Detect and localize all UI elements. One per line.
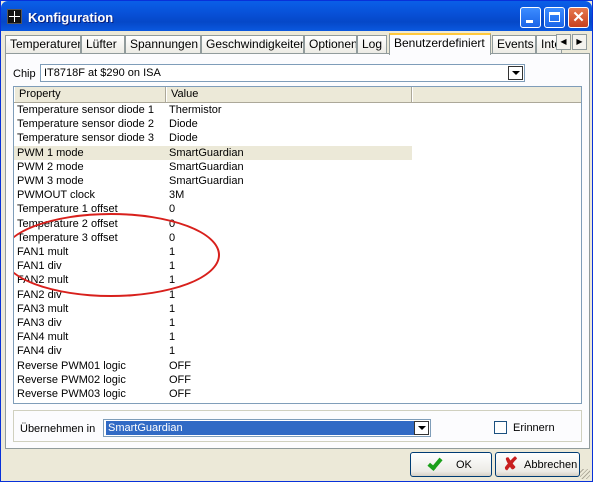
value-cell[interactable]: 1: [169, 344, 175, 358]
table-row[interactable]: FAN4 mult 1: [14, 330, 581, 344]
chevron-down-icon[interactable]: [414, 421, 429, 435]
table-row[interactable]: Reverse PWM01 logic OFF: [14, 359, 581, 373]
title-bar[interactable]: Konfiguration ✕: [1, 1, 592, 31]
maximize-button[interactable]: [544, 7, 565, 28]
minimize-button[interactable]: [520, 7, 541, 28]
value-cell[interactable]: Diode: [169, 131, 198, 145]
value-cell[interactable]: SmartGuardian: [169, 160, 244, 174]
table-row[interactable]: PWM 3 mode SmartGuardian: [14, 174, 581, 188]
property-cell: FAN3 div: [17, 317, 62, 329]
property-cell: PWMOUT clock: [17, 189, 96, 202]
table-row[interactable]: Temperature sensor diode 1 Thermistor: [14, 103, 581, 117]
property-cell: Reverse PWM01 logic: [17, 359, 126, 372]
tab-scroll-right-button[interactable]: ▶: [572, 34, 587, 50]
ok-label: OK: [456, 459, 472, 471]
tab-events[interactable]: Events: [492, 35, 536, 53]
table-row[interactable]: PWM 2 mode SmartGuardian: [14, 160, 581, 174]
table-row[interactable]: Reverse PWM03 logic OFF: [14, 387, 581, 401]
column-header-value[interactable]: Value: [166, 87, 412, 102]
tab-luefter[interactable]: Lüfter: [81, 35, 125, 53]
checkmark-icon: [427, 455, 443, 471]
minimize-icon: [526, 20, 533, 23]
chip-label: Chip: [13, 68, 36, 80]
tab-optionen[interactable]: Optionen: [304, 35, 357, 53]
value-cell[interactable]: 1: [169, 302, 175, 316]
chevron-down-icon[interactable]: [508, 66, 523, 80]
value-cell[interactable]: 0: [169, 202, 175, 216]
property-cell: PWM 3 mode: [17, 175, 84, 187]
property-cell: PWM 1 mode: [17, 146, 84, 159]
tab-geschwindigkeiten[interactable]: Geschwindigkeiten: [201, 35, 304, 53]
remember-label[interactable]: Erinnern: [513, 422, 555, 434]
apply-group: Übernehmen in SmartGuardian Erinnern: [13, 410, 582, 442]
column-header-property[interactable]: Property: [14, 87, 166, 102]
tab-log[interactable]: Log: [357, 35, 387, 53]
value-cell[interactable]: OFF: [169, 387, 191, 401]
tab-benutzerdefiniert[interactable]: Benutzerdefiniert: [389, 33, 491, 55]
property-grid[interactable]: Property Value Temperature sensor diode …: [13, 86, 582, 404]
value-cell[interactable]: OFF: [169, 359, 191, 373]
grid-header: Property Value: [14, 87, 581, 103]
property-cell: FAN3 mult: [17, 302, 69, 315]
tab-panel: Chip IT8718F at $290 on ISA Property Val…: [5, 53, 590, 449]
arrow-left-icon: ◀: [560, 37, 567, 46]
tab-scroll-left-button[interactable]: ◀: [556, 34, 571, 50]
tab-spannungen[interactable]: Spannungen: [125, 35, 201, 53]
property-cell: Temperature sensor diode 2: [17, 118, 154, 131]
arrow-right-icon: ▶: [576, 37, 583, 46]
close-button[interactable]: ✕: [568, 7, 589, 28]
apply-label: Übernehmen in: [20, 423, 96, 435]
table-row[interactable]: FAN4 div 1: [14, 344, 581, 358]
table-row[interactable]: Reverse PWM02 logic OFF: [14, 373, 581, 387]
chip-select[interactable]: IT8718F at $290 on ISA: [40, 64, 525, 82]
table-row[interactable]: Temperature sensor diode 2 Diode: [14, 117, 581, 131]
remember-checkbox[interactable]: [494, 421, 507, 434]
property-cell: FAN4 mult: [17, 331, 69, 344]
table-row[interactable]: PWMOUT clock 3M: [14, 188, 581, 202]
tab-strip: Temperaturen Lüfter Spannungen Geschwind…: [5, 33, 590, 55]
apply-value: SmartGuardian: [106, 421, 416, 435]
value-cell[interactable]: 1: [169, 316, 175, 330]
chip-value: IT8718F at $290 on ISA: [44, 67, 161, 79]
property-cell: Temperature sensor diode 1: [17, 104, 154, 116]
table-row[interactable]: FAN3 div 1: [14, 316, 581, 330]
value-cell[interactable]: OFF: [169, 373, 191, 387]
table-row[interactable]: FAN3 mult 1: [14, 302, 581, 316]
property-cell: FAN4 div: [17, 345, 62, 358]
cancel-button[interactable]: ✘ Abbrechen: [495, 452, 580, 477]
value-cell[interactable]: SmartGuardian: [169, 146, 244, 160]
property-cell: Reverse PWM02 logic: [17, 373, 126, 386]
value-cell[interactable]: 1: [169, 330, 175, 344]
cancel-label: Abbrechen: [524, 459, 578, 471]
property-cell: Reverse PWM03 logic: [17, 388, 126, 400]
value-cell[interactable]: 3M: [169, 188, 184, 202]
x-icon: ✘: [503, 454, 519, 474]
ok-button[interactable]: OK: [410, 452, 492, 477]
value-cell[interactable]: Thermistor: [169, 103, 222, 117]
maximize-icon: [549, 12, 560, 22]
value-cell[interactable]: Diode: [169, 117, 198, 131]
apply-select[interactable]: SmartGuardian: [103, 419, 431, 437]
resize-grip[interactable]: [580, 469, 590, 479]
value-cell[interactable]: SmartGuardian: [169, 174, 244, 188]
column-header-filler: [412, 87, 581, 102]
close-icon: ✕: [572, 9, 585, 26]
configuration-window: Konfiguration ✕ Temperaturen Lüfter Span…: [0, 0, 593, 482]
tab-temperaturen[interactable]: Temperaturen: [5, 35, 81, 53]
table-row[interactable]: PWM 1 mode SmartGuardian: [14, 145, 581, 160]
app-icon: [7, 9, 22, 24]
table-row[interactable]: Temperature sensor diode 3 Diode: [14, 131, 581, 145]
window-title: Konfiguration: [28, 10, 114, 25]
property-cell: Temperature sensor diode 3: [17, 132, 154, 145]
property-cell: PWM 2 mode: [17, 160, 84, 173]
